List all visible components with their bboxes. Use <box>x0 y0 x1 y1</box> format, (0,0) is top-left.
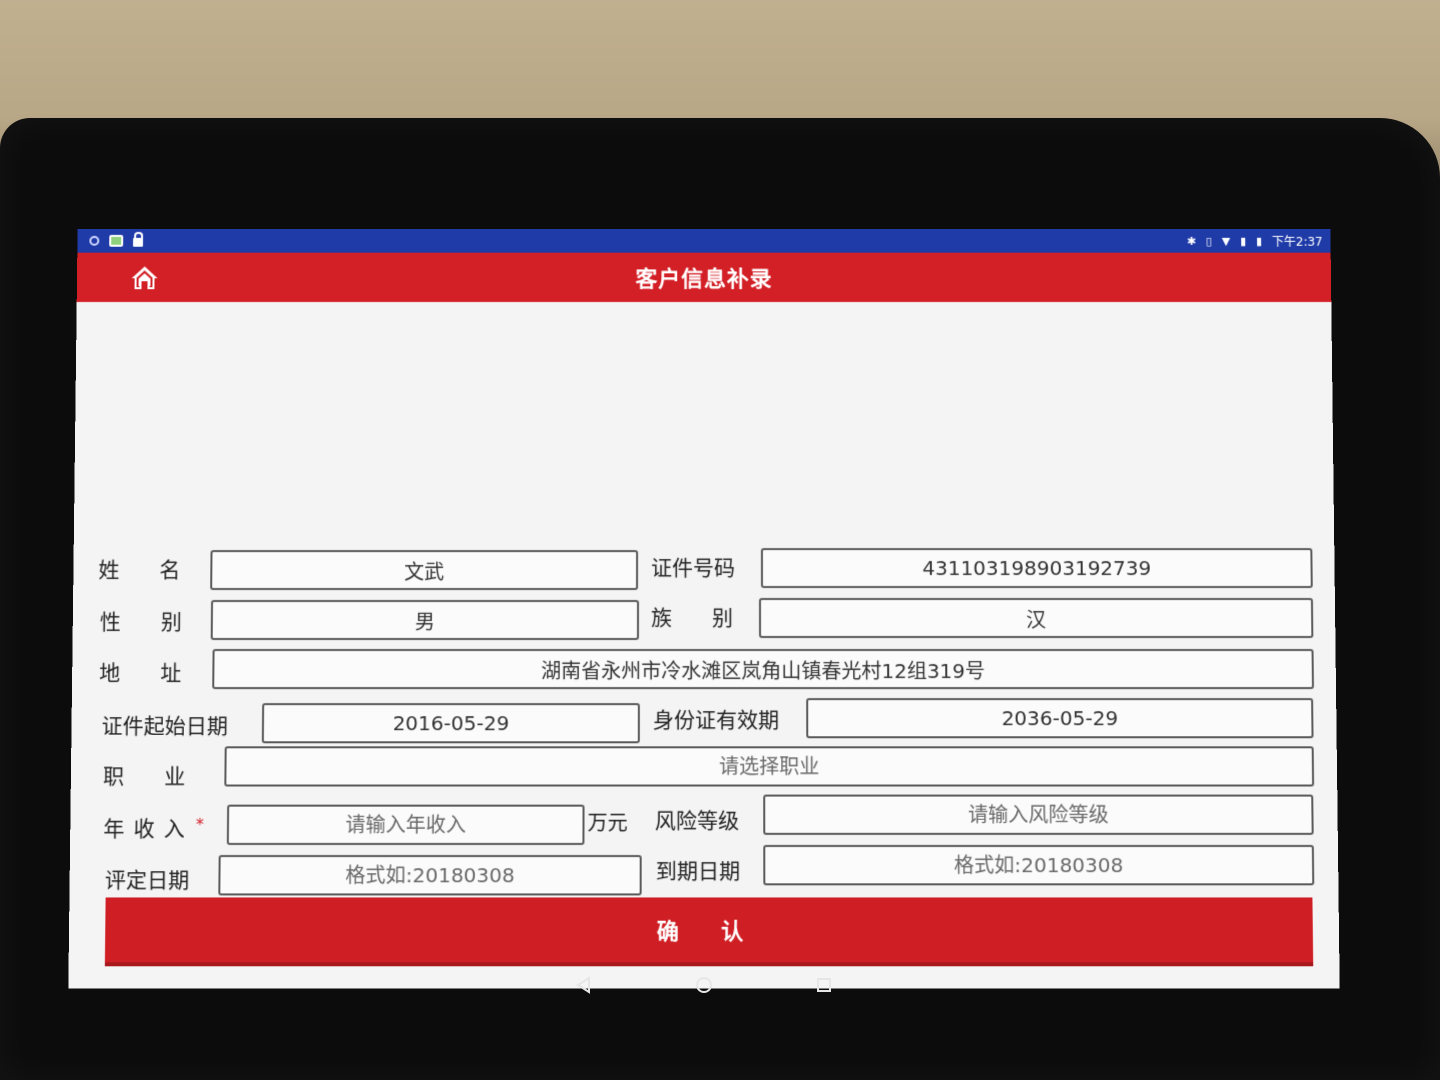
status-time: 下午2:37 <box>1272 232 1323 249</box>
home-icon <box>131 264 159 290</box>
bluetooth-icon: ✱ <box>1187 234 1196 247</box>
back-button[interactable] <box>569 970 599 1000</box>
gender-label: 性别 <box>100 602 222 642</box>
notification-dot-icon <box>89 236 99 246</box>
occupation-select[interactable] <box>224 746 1314 786</box>
home-circle-icon <box>694 975 714 995</box>
home-button[interactable] <box>127 263 163 293</box>
name-field[interactable] <box>210 550 638 590</box>
risk-level-field[interactable] <box>763 795 1313 835</box>
occupation-label: 职业* <box>103 756 236 796</box>
required-mark: * <box>196 815 204 834</box>
signal-icon: ▮ <box>1240 234 1246 247</box>
image-icon <box>109 235 123 247</box>
id-number-label: 证件号码 <box>651 548 735 588</box>
lock-icon <box>133 238 143 247</box>
app-bar: 客户信息补录 <box>77 253 1332 302</box>
annual-income-field[interactable] <box>227 805 585 845</box>
risk-level-label: 风险等级 <box>655 801 739 841</box>
status-bar: ✱ ▯ ▼ ▮ ▮ 下午2:37 <box>77 229 1330 253</box>
recents-icon <box>814 975 834 995</box>
vibrate-icon: ▯ <box>1206 234 1212 247</box>
id-start-date-field[interactable] <box>262 703 640 743</box>
back-icon <box>574 975 594 995</box>
ethnicity-label: 族别 <box>651 598 773 638</box>
expiry-date-field[interactable] <box>763 845 1314 885</box>
recents-button[interactable] <box>809 970 839 1000</box>
tablet-screen: ✱ ▯ ▼ ▮ ▮ 下午2:37 客户信息补录 姓名 证件号码 性别 族别 <box>68 229 1339 989</box>
income-unit-label: 万元 <box>587 803 627 843</box>
wifi-icon: ▼ <box>1222 234 1231 247</box>
id-start-date-label: 证件起始日期 <box>101 706 228 746</box>
page-title: 客户信息补录 <box>635 262 772 294</box>
gender-field[interactable] <box>211 600 639 640</box>
ethnicity-field[interactable] <box>759 598 1313 638</box>
name-label: 姓名 <box>98 550 220 590</box>
address-label: 地址 <box>99 653 222 693</box>
annual-income-label: 年收入 * <box>103 809 204 849</box>
battery-icon: ▮ <box>1256 234 1262 247</box>
id-number-field[interactable] <box>761 548 1313 588</box>
expiry-date-label: 到期日期 <box>656 851 740 891</box>
address-field[interactable] <box>212 649 1314 689</box>
id-valid-until-field[interactable] <box>806 698 1313 738</box>
system-navigation-bar <box>73 950 1335 1020</box>
assessment-date-label: 评定日期 <box>105 860 190 900</box>
customer-info-form: 姓名 证件号码 性别 族别 地址 证件起始日期 身份证有效期 职业* 年收入* … <box>69 302 1339 942</box>
id-valid-until-label: 身份证有效期 <box>653 700 779 740</box>
home-nav-button[interactable] <box>689 970 719 1000</box>
assessment-date-field[interactable] <box>218 855 641 895</box>
